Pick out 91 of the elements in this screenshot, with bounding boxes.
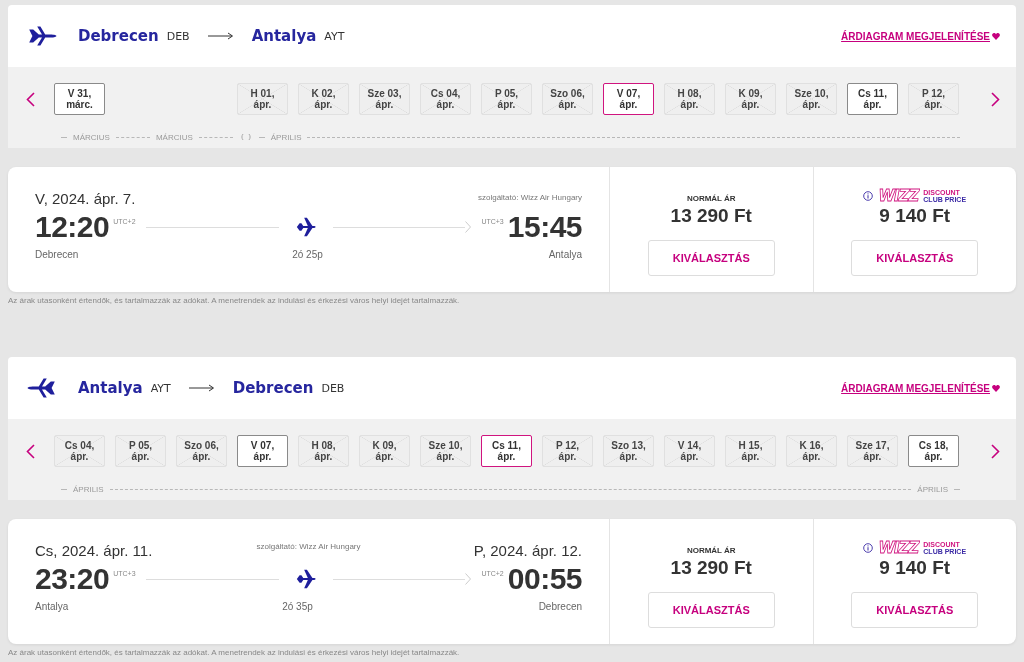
- date-tile[interactable]: H 08, ápr.: [664, 83, 715, 115]
- fare-price: 13 290 Ft: [670, 557, 752, 579]
- date-tile[interactable]: Cs 04, ápr.: [420, 83, 471, 115]
- departure-time: 23:20: [35, 562, 110, 596]
- previous-button[interactable]: [24, 89, 37, 109]
- date-tile[interactable]: V 07, ápr.: [603, 83, 654, 115]
- price-chart-link[interactable]: ÁRDIAGRAM MEGJELENÍTÉSE: [841, 30, 1000, 42]
- arrival-time: 15:45: [507, 210, 582, 244]
- date-tile[interactable]: H 08, ápr.: [298, 435, 349, 467]
- next-button[interactable]: [989, 441, 1002, 461]
- month-label: MÁRCIUS: [73, 132, 110, 142]
- heart-icon: [992, 384, 1000, 392]
- date-tile[interactable]: Szo 13, ápr.: [603, 435, 654, 467]
- fare-price: 13 290 Ft: [670, 205, 752, 227]
- date-tile[interactable]: Szo 06, ápr.: [176, 435, 227, 467]
- date-tile[interactable]: K 16, ápr.: [786, 435, 837, 467]
- arrow-icon: [188, 383, 215, 393]
- fare-price: 9 140 Ft: [879, 557, 951, 579]
- date-tile[interactable]: Cs 04, ápr.: [54, 435, 105, 467]
- origin-code: AYT: [150, 381, 171, 395]
- origin-city: Debrecen: [35, 249, 79, 260]
- date-tile[interactable]: P 12, ápr.: [908, 83, 959, 115]
- destination-city: Antalya: [548, 249, 582, 260]
- arrival-date: P, 2024. ápr. 12.: [472, 542, 582, 559]
- origin-city: Antalya: [78, 379, 143, 397]
- date-tile[interactable]: P 05, ápr.: [115, 435, 166, 467]
- date-tile[interactable]: V 07, ápr.: [237, 435, 288, 467]
- date-tile[interactable]: K 09, ápr.: [359, 435, 410, 467]
- chevron-left-icon: [26, 91, 35, 107]
- month-label: ÁPRILIS: [73, 484, 104, 494]
- select-button[interactable]: KIVÁLASZTÁS: [647, 592, 775, 628]
- price-note: Az árak utasonként értendők, és tartalmazzák az adókat. A menetrendek az indulási és érkezési város helyi idejét tartalmazzák.: [8, 648, 461, 657]
- fare-label: NORMÁL ÁR: [686, 546, 736, 556]
- date-tile[interactable]: Sze 10, ápr.: [420, 435, 471, 467]
- date-tile[interactable]: H 01, ápr.: [237, 83, 288, 115]
- date-tile[interactable]: K 09, ápr.: [725, 83, 776, 115]
- origin-city: Debrecen: [78, 27, 159, 45]
- chevron-left-icon: [26, 443, 35, 459]
- date-tile[interactable]: P 12, ápr.: [542, 435, 593, 467]
- flight-duration: 2ó 35p: [282, 601, 313, 612]
- select-button[interactable]: KIVÁLASZTÁS: [851, 240, 979, 276]
- info-icon[interactable]: [863, 191, 874, 201]
- next-button[interactable]: [989, 89, 1002, 109]
- month-label: ÁPRILIS: [270, 132, 302, 142]
- select-button[interactable]: KIVÁLASZTÁS: [647, 240, 775, 276]
- departure-date: Cs, 2024. ápr. 11.: [35, 542, 154, 559]
- arrival-time: 00:55: [507, 562, 582, 596]
- destination-city: Debrecen: [538, 601, 582, 612]
- operator-text: szolgáltató: Wizz Air Hungary: [477, 193, 582, 204]
- date-tile[interactable]: P 05, ápr.: [481, 83, 532, 115]
- date-tile[interactable]: K 02, ápr.: [298, 83, 349, 115]
- previous-button[interactable]: [24, 441, 37, 461]
- departure-time: 12:20: [35, 210, 110, 244]
- date-tile[interactable]: Sze 10, ápr.: [786, 83, 837, 115]
- date-tile[interactable]: V 31, márc.: [54, 83, 105, 115]
- date-tile[interactable]: Sze 17, ápr.: [847, 435, 898, 467]
- fare-label: NORMÁL ÁR: [686, 194, 736, 204]
- date-tile[interactable]: Cs 11, ápr.: [847, 83, 898, 115]
- club-logo-word: WIZZ: [878, 187, 919, 205]
- destination-code: AYT: [324, 29, 345, 43]
- destination-city: Antalya: [251, 27, 317, 45]
- date-tile[interactable]: Cs 11, ápr.: [481, 435, 532, 467]
- month-label: MÁRCIUS: [155, 132, 193, 142]
- timeline-break-icon: [238, 133, 253, 141]
- date-tile[interactable]: Cs 18, ápr.: [908, 435, 959, 467]
- select-button[interactable]: KIVÁLASZTÁS: [851, 592, 979, 628]
- chevron-right-icon: [465, 221, 472, 233]
- flight-duration: 2ó 25p: [292, 249, 323, 260]
- airplane-icon: [294, 216, 317, 238]
- arrow-icon: [207, 31, 234, 41]
- origin-code: DEB: [166, 29, 190, 43]
- heart-icon: [992, 32, 1000, 40]
- destination-code: DEB: [321, 381, 345, 395]
- club-logo-word: WIZZ: [878, 539, 919, 557]
- fare-price: 9 140 Ft: [879, 205, 951, 227]
- date-tile[interactable]: H 15, ápr.: [725, 435, 776, 467]
- price-note: Az árak utasonként értendők, és tartalmazzák az adókat. A menetrendek az indulási és érkezési város helyi idejét tartalmazzák.: [8, 296, 461, 305]
- operator-text: szolgáltató: Wizz Air Hungary: [256, 542, 361, 553]
- departure-date: V, 2024. ápr. 7.: [35, 190, 136, 207]
- chevron-right-icon: [465, 573, 472, 585]
- chevron-right-icon: [991, 91, 1000, 107]
- date-tile[interactable]: Szo 06, ápr.: [542, 83, 593, 115]
- month-label: ÁPRILIS: [917, 484, 948, 494]
- airplane-icon: [294, 568, 317, 590]
- info-icon[interactable]: [863, 543, 874, 553]
- price-chart-link[interactable]: ÁRDIAGRAM MEGJELENÍTÉSE: [841, 382, 1000, 394]
- date-tile[interactable]: V 14, ápr.: [664, 435, 715, 467]
- destination-city: Debrecen: [232, 379, 314, 397]
- chevron-right-icon: [991, 443, 1000, 459]
- origin-city: Antalya: [35, 601, 69, 612]
- date-tile[interactable]: Sze 03, ápr.: [359, 83, 410, 115]
